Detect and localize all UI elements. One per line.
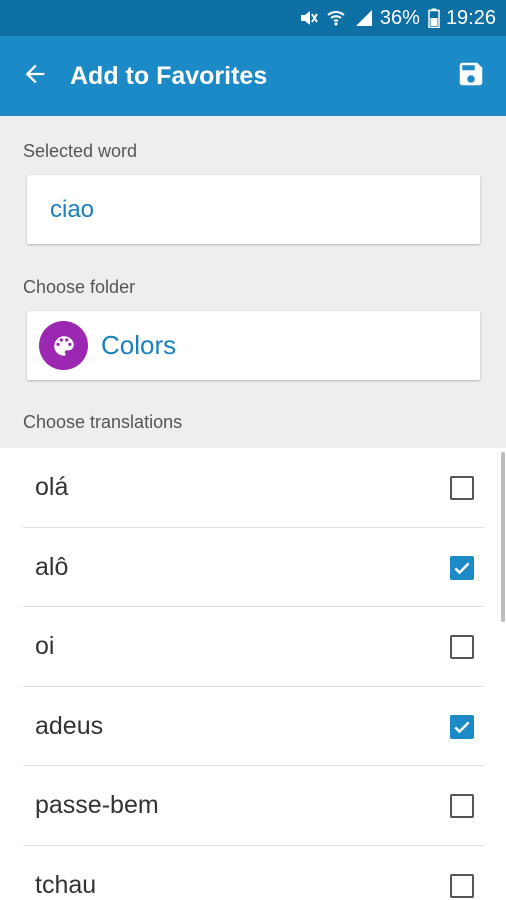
translation-row[interactable]: adeus bbox=[0, 687, 506, 766]
translation-label: tchau bbox=[35, 871, 97, 899]
translation-row[interactable]: tchau bbox=[0, 846, 506, 900]
translation-label: passe-bem bbox=[35, 791, 159, 819]
save-button[interactable] bbox=[436, 36, 506, 116]
translation-checkbox[interactable] bbox=[450, 555, 474, 580]
translation-label: oi bbox=[35, 632, 55, 660]
check-icon bbox=[454, 562, 470, 574]
scrollbar[interactable] bbox=[501, 452, 505, 622]
translation-label: olá bbox=[35, 473, 69, 501]
translation-row[interactable]: passe-bem bbox=[0, 766, 506, 845]
folder-name: Colors bbox=[101, 330, 177, 360]
selected-word-card[interactable]: ciao bbox=[27, 175, 480, 244]
folder-selector[interactable]: Colors bbox=[27, 311, 480, 380]
translation-label: alô bbox=[35, 553, 69, 581]
app-bar: Add to Favorites bbox=[0, 36, 506, 116]
choose-translations-label: Choose translations bbox=[23, 412, 183, 432]
palette-icon bbox=[39, 321, 88, 370]
translation-checkbox[interactable] bbox=[450, 714, 474, 739]
translation-row[interactable]: oi bbox=[0, 607, 506, 686]
selected-word-label: Selected word bbox=[23, 141, 138, 161]
translations-list: olá alô oi adeus passe-bem tchau bbox=[0, 448, 506, 900]
battery-percent: 36% bbox=[379, 6, 420, 29]
translation-row[interactable]: alô bbox=[0, 528, 506, 607]
translation-checkbox[interactable] bbox=[450, 475, 474, 500]
translation-checkbox[interactable] bbox=[450, 634, 474, 659]
choose-folder-label: Choose folder bbox=[23, 277, 136, 297]
battery-icon bbox=[428, 8, 440, 28]
form-section: Selected word ciao Choose folder Colors … bbox=[0, 116, 506, 448]
mute-icon bbox=[298, 8, 318, 28]
status-time: 19:26 bbox=[445, 6, 496, 29]
translation-checkbox[interactable] bbox=[450, 793, 474, 818]
arrow-back-icon bbox=[21, 60, 49, 93]
back-button[interactable] bbox=[0, 36, 70, 116]
save-icon bbox=[456, 59, 486, 94]
check-icon bbox=[454, 721, 470, 733]
translation-row[interactable]: olá bbox=[0, 448, 506, 527]
status-bar: 36% 19:26 bbox=[0, 0, 506, 36]
translation-label: adeus bbox=[35, 712, 104, 740]
page-title: Add to Favorites bbox=[70, 61, 268, 90]
selected-word-value: ciao bbox=[50, 195, 95, 223]
wifi-icon bbox=[326, 8, 346, 28]
signal-icon bbox=[354, 8, 374, 28]
translation-checkbox[interactable] bbox=[450, 873, 474, 898]
